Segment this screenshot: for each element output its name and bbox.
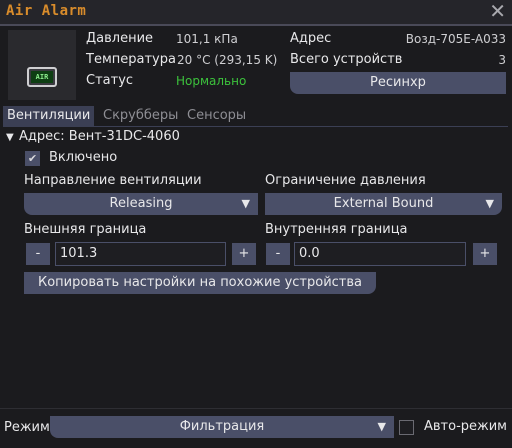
address-value: Возд-705E-A033	[405, 32, 506, 46]
dropdown-arrow-icon: ▼	[241, 197, 250, 210]
window-title: Air Alarm	[6, 3, 87, 19]
close-icon[interactable]: ✕	[489, 0, 506, 22]
enabled-checkbox[interactable]: ✔	[25, 151, 40, 166]
address-label: Адрес	[290, 31, 332, 46]
tab-scrubbers[interactable]: Скрубберы	[99, 106, 182, 126]
temperature-value: 20 °C (293,15 K)	[177, 53, 278, 67]
pressure-label: Давление	[86, 31, 154, 46]
external-bound-increase-button[interactable]: +	[232, 243, 256, 265]
pressure-limit-label: Ограничение давления	[265, 173, 426, 188]
dropdown-arrow-icon: ▼	[377, 420, 386, 433]
temperature-label: Температура	[86, 52, 176, 67]
copy-settings-button[interactable]: Копировать настройки на похожие устройст…	[24, 272, 376, 294]
mode-label: Режим	[4, 420, 50, 435]
vent-address: Адрес: Вент-31DC-4060	[19, 129, 180, 144]
direction-dropdown-value: Releasing	[109, 196, 173, 211]
status-value: Нормально	[176, 74, 247, 88]
resync-button[interactable]: Ресинхр	[290, 72, 506, 94]
tab-sensors[interactable]: Сенсоры	[183, 106, 250, 126]
status-label: Статус	[86, 73, 134, 88]
pressure-limit-dropdown-value: External Bound	[333, 196, 434, 211]
internal-bound-increase-button[interactable]: +	[473, 243, 497, 265]
external-bound-input[interactable]: 101.3	[55, 242, 226, 266]
pressure-value: 101,1 кПа	[176, 32, 238, 46]
dropdown-arrow-icon: ▼	[485, 197, 494, 210]
device-icon-panel	[8, 30, 76, 100]
mode-dropdown[interactable]: Фильтрация ▼	[50, 416, 394, 438]
checkmark-icon: ✔	[27, 152, 38, 165]
direction-dropdown[interactable]: Releasing ▼	[24, 193, 258, 215]
enabled-label: Включено	[49, 150, 118, 165]
pressure-limit-dropdown[interactable]: External Bound ▼	[265, 193, 502, 215]
mode-dropdown-value: Фильтрация	[179, 419, 265, 434]
devices-value: 3	[498, 53, 506, 67]
air-alarm-icon: AIR	[27, 67, 57, 87]
external-bound-label: Внешняя граница	[24, 222, 147, 237]
external-bound-decrease-button[interactable]: -	[26, 243, 50, 265]
direction-label: Направление вентиляции	[24, 173, 202, 188]
internal-bound-input[interactable]: 0.0	[294, 242, 466, 266]
internal-bound-label: Внутренняя граница	[265, 222, 408, 237]
tab-vents[interactable]: Вентиляции	[3, 106, 95, 126]
air-alarm-screen: AIR	[31, 71, 53, 83]
auto-mode-checkbox[interactable]	[399, 420, 414, 435]
footer-divider	[0, 408, 512, 409]
auto-mode-label: Авто-режим	[424, 419, 507, 434]
tabs-divider	[3, 126, 508, 127]
internal-bound-decrease-button[interactable]: -	[266, 243, 290, 265]
title-divider	[0, 24, 512, 26]
devices-label: Всего устройств	[290, 52, 403, 67]
collapse-chevron-icon[interactable]: ▼	[6, 132, 14, 143]
